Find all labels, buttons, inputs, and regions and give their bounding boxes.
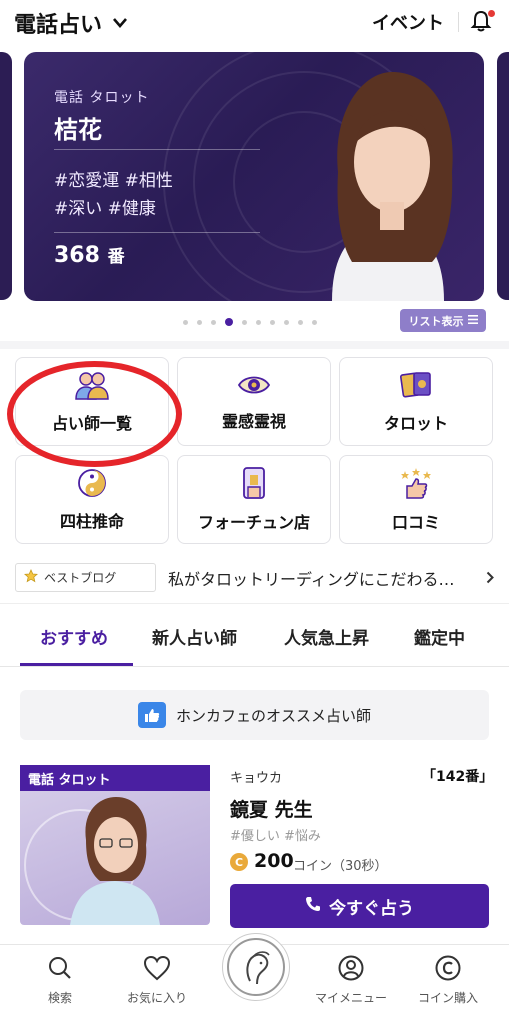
list-view-button[interactable]: リスト表示 — [400, 309, 486, 332]
phone-icon — [305, 896, 321, 917]
carousel-dot[interactable] — [242, 319, 247, 325]
header-divider — [458, 12, 459, 32]
eye-icon — [237, 372, 271, 402]
section-divider — [0, 603, 509, 604]
nav-search[interactable]: 検索 — [12, 955, 108, 1006]
nav-buy-coins[interactable]: コイン購入 — [400, 955, 496, 1006]
blog-headline-link[interactable]: 私がタロットリーディングにこだわる… — [168, 566, 455, 590]
coin-unit: コイン（30秒） — [293, 859, 388, 874]
chevron-down-icon[interactable] — [112, 14, 128, 33]
category-reviews[interactable]: 口コミ — [339, 455, 493, 544]
consult-now-label: 今すぐ占う — [329, 898, 414, 919]
banner-name: 桔花 — [54, 116, 102, 144]
tab-new-tellers[interactable]: 新人占い師 — [152, 624, 237, 649]
category-fortune-shop[interactable]: フォーチュン店 — [177, 455, 331, 544]
event-link[interactable]: イベント — [372, 9, 444, 35]
teller-number: 「142番」 — [422, 769, 494, 785]
best-blog-label: ベストブログ — [44, 571, 117, 585]
banner-divider — [54, 149, 260, 150]
category-label: 四柱推命 — [59, 511, 124, 531]
best-blog-badge[interactable]: ベストブログ — [15, 563, 156, 592]
recommended-header: ホンカフェのオススメ占い師 — [20, 690, 489, 740]
nav-label: 検索 — [47, 991, 72, 1005]
category-label: 霊感霊視 — [221, 411, 286, 431]
tab-trending[interactable]: 人気急上昇 — [284, 624, 369, 649]
tab-recommended[interactable]: おすすめ — [40, 624, 108, 649]
home-center-button[interactable] — [222, 933, 290, 1001]
carousel-dot[interactable] — [312, 319, 317, 325]
tarot-cards-icon — [399, 370, 433, 404]
menu-lines-icon — [467, 314, 478, 327]
section-divider — [0, 341, 509, 349]
carousel-dots[interactable] — [183, 318, 317, 326]
consult-now-button[interactable]: 今すぐ占う — [230, 884, 489, 928]
coin-icon: C — [230, 853, 248, 871]
banner-number: 368 番 — [54, 243, 125, 268]
notification-badge — [488, 10, 495, 17]
carousel-dot[interactable] — [284, 319, 289, 325]
featured-banner[interactable]: 電話 タロット 桔花 #恋愛運 #相性 #深い #健康 368 番 — [24, 52, 484, 301]
active-tab-indicator — [20, 663, 133, 666]
banner-tags: 電話 タロット — [54, 90, 150, 106]
category-label: タロット — [383, 413, 448, 433]
carousel-dot[interactable] — [256, 319, 261, 325]
teller-specialty-label: 電話 タロット — [20, 765, 210, 791]
category-four-pillars[interactable]: 四柱推命 — [15, 455, 169, 544]
category-tarot[interactable]: タロット — [339, 357, 493, 446]
carousel-dot[interactable] — [197, 319, 202, 325]
highlight-circle-annotation — [7, 361, 182, 467]
teller-name[interactable]: 鏡夏 先生 — [230, 795, 313, 822]
thumbs-up-icon — [137, 702, 166, 728]
tab-baseline — [0, 666, 509, 667]
coin-icon — [435, 955, 461, 985]
carousel-dot[interactable] — [211, 319, 216, 325]
carousel-dot-active[interactable] — [225, 318, 233, 326]
heart-icon — [143, 955, 171, 985]
app-title[interactable]: 電話占い — [14, 7, 102, 39]
nav-label: コイン購入 — [417, 991, 478, 1005]
carousel-prev-card[interactable] — [0, 52, 12, 300]
recommended-header-label: ホンカフェのオススメ占い師 — [175, 706, 371, 725]
category-label: 口コミ — [391, 512, 440, 532]
nav-my-menu[interactable]: マイメニュー — [303, 955, 399, 1006]
thumbs-up-stars-icon — [399, 467, 433, 503]
carousel-dot[interactable] — [298, 319, 303, 325]
banner-genre-line: #恋愛運 #相性 — [54, 171, 173, 191]
star-icon — [24, 569, 38, 586]
teller-kana: キョウカ — [230, 771, 283, 786]
tab-in-session[interactable]: 鑑定中 — [414, 624, 465, 649]
nav-favorites[interactable]: お気に入り — [109, 955, 205, 1006]
carousel-dot[interactable] — [183, 319, 188, 325]
teller-tags: #優しい #悩み — [230, 829, 321, 844]
category-psychic[interactable]: 霊感霊視 — [177, 357, 331, 446]
user-icon — [338, 955, 364, 985]
yin-yang-icon — [77, 468, 107, 502]
carousel-dot[interactable] — [270, 319, 275, 325]
nav-label: マイメニュー — [314, 991, 387, 1005]
banner-genre-line: #深い #健康 — [54, 199, 156, 219]
banner-portrait-image — [332, 72, 453, 301]
chevron-right-icon[interactable] — [486, 569, 494, 588]
nav-label: お気に入り — [126, 991, 187, 1005]
list-view-label: リスト表示 — [408, 314, 464, 328]
goddess-logo-icon — [227, 938, 285, 996]
carousel-next-card[interactable] — [497, 52, 509, 300]
banner-genres: #恋愛運 #相性 #深い #健康 — [54, 167, 173, 223]
banner-divider — [54, 232, 260, 233]
coin-price: 200 — [254, 850, 294, 872]
phone-shop-icon — [241, 466, 267, 503]
search-icon — [47, 955, 73, 985]
category-label: フォーチュン店 — [197, 512, 310, 532]
